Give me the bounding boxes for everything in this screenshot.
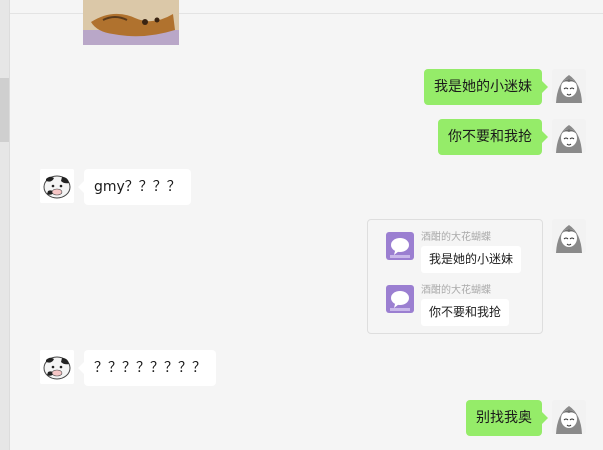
- record-message: 我是她的小迷妹: [421, 246, 522, 273]
- anime-girl-avatar-icon[interactable]: [552, 119, 586, 153]
- purple-bubble-avatar-icon: [386, 285, 414, 313]
- record-message: 你不要和我抢: [421, 299, 510, 326]
- anime-girl-avatar-icon[interactable]: [552, 69, 586, 103]
- record-sender-name: 酒酣的大花蝴蝶: [421, 232, 491, 243]
- scrollbar-thumb[interactable]: [0, 78, 9, 142]
- chat-record-card[interactable]: 酒酣的大花蝴蝶 我是她的小迷妹 酒酣的大花蝴蝶 你不要和我抢: [367, 219, 543, 334]
- cow-avatar-icon[interactable]: [40, 169, 74, 203]
- message-bubble-sent[interactable]: 你不要和我抢: [438, 119, 548, 155]
- record-sender-name: 酒酣的大花蝴蝶: [421, 285, 491, 296]
- left-panel-edge: [0, 0, 10, 450]
- message-bubble-sent[interactable]: 别找我奥: [466, 400, 548, 436]
- chat-window: 我是她的小迷妹 你不要和我抢 gmy？？？？ 酒酣的大花蝴蝶 我是她的小迷妹 酒…: [0, 0, 603, 450]
- message-bubble-received[interactable]: ？？？？？？？？: [78, 350, 216, 386]
- anime-girl-avatar-icon[interactable]: [552, 400, 586, 434]
- message-bubble-received[interactable]: gmy？？？？: [78, 169, 191, 205]
- cow-avatar-icon[interactable]: [40, 350, 74, 384]
- anime-girl-avatar-icon[interactable]: [552, 219, 586, 253]
- image-message[interactable]: [83, 0, 179, 45]
- purple-bubble-avatar-icon: [386, 232, 414, 260]
- message-bubble-sent[interactable]: 我是她的小迷妹: [424, 69, 548, 105]
